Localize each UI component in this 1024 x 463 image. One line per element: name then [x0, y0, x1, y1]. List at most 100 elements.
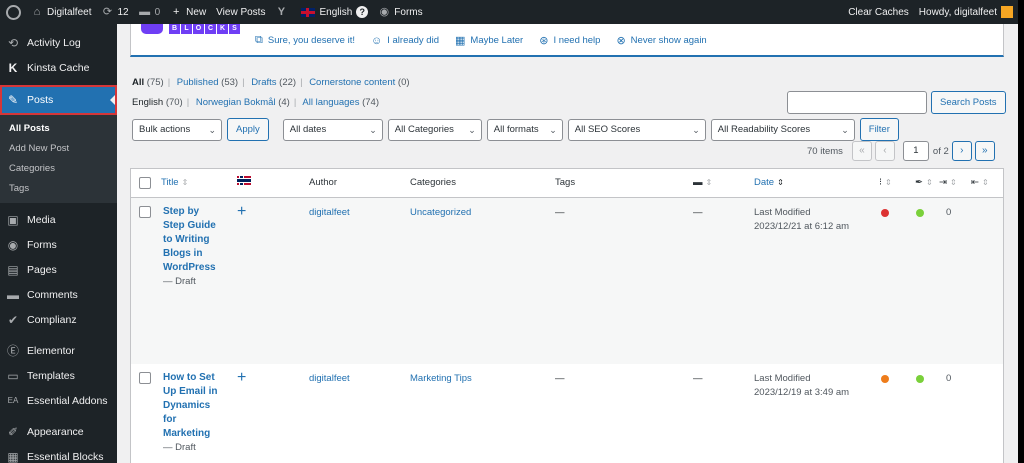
notice-actions: ⧉ Sure, you deserve it! ☺ I already did ▦ M…: [255, 34, 723, 47]
post-title-link[interactable]: Step by Step Guide to Writing Blogs in W…: [163, 205, 223, 275]
first-page-button[interactable]: «: [851, 141, 872, 161]
select-all-checkbox[interactable]: [139, 177, 151, 189]
admin-bar: ⌂ Digitalfeet ⟳ 12 ▬ 0 + New View Posts Y En…: [0, 0, 1018, 24]
history-icon: ⟲: [7, 35, 19, 50]
next-page-button[interactable]: ›: [951, 141, 972, 161]
sidebar-item-pages[interactable]: ▤ Pages: [0, 257, 117, 282]
add-translation-icon[interactable]: +: [237, 204, 246, 220]
forms-icon: ◉: [7, 237, 19, 252]
seo-score-dot: [881, 209, 889, 217]
column-date-header[interactable]: Date ⇕: [754, 169, 784, 197]
column-incoming-links-header[interactable]: ⇤ ⇕: [971, 169, 989, 197]
sidebar-item-media[interactable]: ▣ Media: [0, 207, 117, 232]
apply-button[interactable]: Apply: [227, 118, 269, 141]
blocks-logo-icon: [141, 24, 163, 34]
sidebar-item-kinsta-cache[interactable]: K Kinsta Cache: [0, 55, 117, 80]
lang-english[interactable]: English: [132, 97, 163, 108]
view-cornerstone[interactable]: Cornerstone content: [309, 77, 395, 88]
uk-flag-icon: [301, 7, 316, 17]
readability-icon: ✒: [915, 177, 923, 188]
view-published[interactable]: Published: [177, 77, 219, 88]
readability-score-dot: [916, 375, 924, 383]
sidebar-item-essential-blocks[interactable]: ▦ Essential Blocks: [0, 444, 117, 463]
sidebar-item-posts[interactable]: ✎ Posts: [0, 85, 117, 115]
pages-icon: ▤: [7, 262, 19, 277]
dates-select[interactable]: All dates ⌄: [282, 118, 383, 141]
notice-rate-link[interactable]: ⧉ Sure, you deserve it!: [255, 34, 355, 47]
site-name-link[interactable]: ⌂ Digitalfeet: [26, 0, 96, 24]
ea-icon: EA: [7, 395, 19, 405]
chevron-down-icon: ⌄: [369, 124, 377, 135]
lang-all[interactable]: All languages: [302, 97, 359, 108]
submenu-all-posts[interactable]: All Posts: [0, 119, 117, 139]
column-readability-header[interactable]: ✒ ⇕: [915, 169, 933, 197]
sort-icon: ⇕: [181, 178, 189, 187]
author-link[interactable]: digitalfeet: [309, 206, 350, 220]
notice-maybe-later-link[interactable]: ▦ Maybe Later: [455, 34, 523, 47]
submenu-add-new-post[interactable]: Add New Post: [0, 139, 117, 159]
view-drafts[interactable]: Drafts: [251, 77, 276, 88]
notice-need-help-link[interactable]: ⊛ I need help: [539, 34, 600, 47]
readability-score-dot: [916, 209, 924, 217]
seo-scores-select[interactable]: All SEO Scores ⌄: [567, 118, 706, 141]
sidebar-item-appearance[interactable]: ✐ Appearance: [0, 419, 117, 444]
sidebar-item-forms[interactable]: ◉ Forms: [0, 232, 117, 257]
help-icon: ⊛: [539, 35, 549, 47]
last-page-button[interactable]: »: [974, 141, 995, 161]
category-link[interactable]: Marketing Tips: [410, 372, 472, 386]
account-menu[interactable]: Howdy, digitalfeet: [914, 0, 1018, 24]
folder-icon: ▭: [7, 368, 19, 383]
smile-icon: ☺: [371, 34, 383, 47]
filter-button[interactable]: Filter: [859, 118, 899, 141]
home-icon: ⌂: [33, 6, 41, 18]
bulk-actions-select[interactable]: Bulk actions ⌄: [132, 118, 222, 141]
comments-link[interactable]: ▬ 0: [134, 0, 166, 24]
clear-caches-link[interactable]: Clear Caches: [843, 0, 914, 24]
column-comments-header[interactable]: ▬ ⇕: [693, 169, 712, 197]
sidebar-item-templates[interactable]: ▭ Templates: [0, 363, 117, 388]
sort-icon: ⇕: [925, 178, 933, 187]
author-link[interactable]: digitalfeet: [309, 372, 350, 386]
column-title-header[interactable]: Title ⇕: [161, 169, 188, 197]
column-outgoing-links-header[interactable]: ⇥ ⇕: [939, 169, 957, 197]
column-author-header: Author: [309, 177, 337, 188]
row-checkbox[interactable]: [139, 206, 151, 218]
formats-select[interactable]: All formats ⌄: [486, 118, 563, 141]
search-input[interactable]: [787, 91, 927, 114]
new-content-link[interactable]: + New: [165, 0, 211, 24]
notice-already-did-link[interactable]: ☺ I already did: [371, 34, 439, 47]
comments-value: —: [693, 207, 703, 218]
sidebar-item-activity-log[interactable]: ⟲ Activity Log: [0, 30, 117, 55]
current-page-input[interactable]: 1: [902, 141, 929, 161]
sidebar-item-complianz[interactable]: ✔ Complianz: [0, 307, 117, 332]
wordpress-logo-button[interactable]: [0, 0, 26, 24]
yoast-icon: Y: [277, 6, 286, 18]
readability-scores-select[interactable]: All Readability Scores ⌄: [710, 118, 855, 141]
language-switcher[interactable]: English?: [296, 0, 373, 24]
posts-table: Title ⇕ Author Categories Tags ▬ ⇕ Date ⇕ ⁝…: [130, 168, 1004, 463]
chevron-down-icon: ⌄: [468, 124, 476, 135]
chevron-down-icon: ⌄: [549, 124, 557, 135]
brush-icon: ✐: [7, 424, 19, 439]
sidebar-item-elementor[interactable]: Ⓔ Elementor: [0, 338, 117, 363]
sidebar-item-comments[interactable]: ▬ Comments: [0, 282, 117, 307]
post-title-link[interactable]: How to Set Up Email in Dynamics for Mark…: [163, 371, 223, 441]
row-checkbox[interactable]: [139, 372, 151, 384]
prev-page-button[interactable]: ‹: [874, 141, 895, 161]
language-filters: English (70) | Norwegian Bokmål (4) | All …: [132, 97, 380, 108]
forms-menu[interactable]: ◉ Forms: [373, 0, 427, 24]
sidebar-item-essential-addons[interactable]: EA Essential Addons: [0, 388, 117, 413]
view-all[interactable]: All: [132, 77, 144, 88]
view-posts-link[interactable]: View Posts: [211, 0, 270, 24]
lang-norwegian[interactable]: Norwegian Bokmål: [196, 97, 276, 108]
yoast-menu[interactable]: Y: [270, 0, 296, 24]
search-posts-button[interactable]: Search Posts: [931, 91, 1006, 114]
notice-never-show-link[interactable]: ⊗ Never show again: [616, 34, 706, 47]
categories-select[interactable]: All Categories ⌄: [387, 118, 482, 141]
category-link[interactable]: Uncategorized: [410, 206, 471, 220]
updates-link[interactable]: ⟳ 12: [96, 0, 133, 24]
add-translation-icon[interactable]: +: [237, 370, 246, 386]
submenu-categories[interactable]: Categories: [0, 159, 117, 179]
submenu-tags[interactable]: Tags: [0, 179, 117, 199]
column-seo-header[interactable]: ⁝ ⇕: [879, 169, 892, 197]
